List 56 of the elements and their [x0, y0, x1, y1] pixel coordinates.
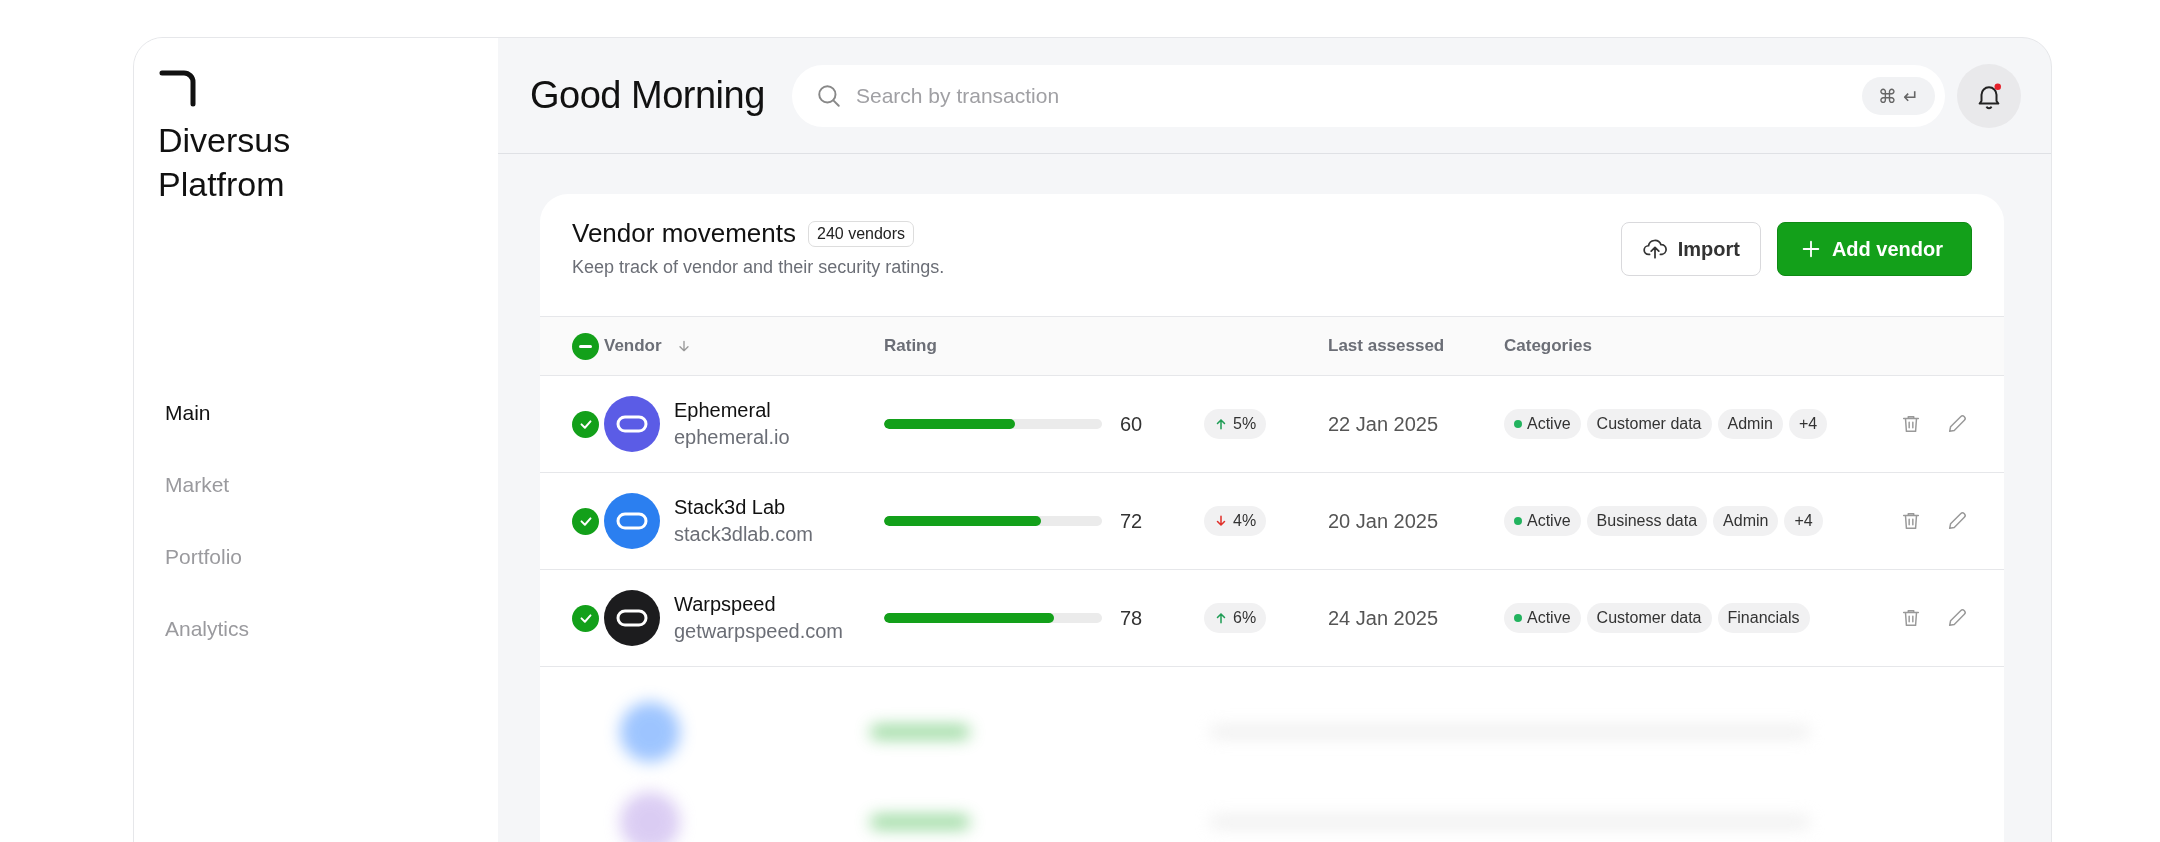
- column-header: Rating: [884, 336, 937, 356]
- vendor-name: Ephemeral: [674, 399, 772, 422]
- import-button[interactable]: Import: [1620, 222, 1761, 276]
- category-tag: Active: [1504, 506, 1581, 536]
- card-subtitle: Keep track of vendor and their security ratings.: [572, 257, 945, 278]
- row-checkbox[interactable]: [572, 604, 599, 632]
- nav-item[interactable]: Analytics: [165, 617, 498, 641]
- card-title: Vendor movements: [572, 218, 796, 249]
- rating-change-badge: 4%: [1204, 506, 1267, 536]
- row-checkbox[interactable]: [572, 410, 599, 438]
- delete-icon[interactable]: [1900, 510, 1922, 532]
- rating-value: 72: [1120, 509, 1143, 533]
- rating-change-badge: 6%: [1204, 603, 1267, 633]
- column-header[interactable]: Vendor: [604, 336, 662, 356]
- assessed-date: 24 Jan 2025: [1328, 606, 1439, 629]
- category-tag: +4: [1784, 506, 1823, 536]
- nav-item[interactable]: Market: [165, 473, 498, 497]
- column-header: Last assessed: [1328, 336, 1445, 355]
- nav-item[interactable]: Main: [165, 401, 498, 425]
- row-checkbox[interactable]: [572, 507, 599, 535]
- pencil-icon[interactable]: [1946, 510, 1968, 532]
- category-tag: Admin: [1713, 506, 1779, 536]
- rating-change-badge: 5%: [1204, 409, 1267, 439]
- search-icon: [816, 82, 842, 109]
- brand-name: Diversus Platfrom: [158, 120, 292, 205]
- search-input[interactable]: Search by transaction: [854, 82, 1851, 109]
- vendor-domain: ephemeral.io: [674, 426, 790, 449]
- vendor-name: Warpspeed: [674, 593, 777, 616]
- vendor-domain: getwarpspeed.com: [674, 620, 843, 643]
- vendor-domain: stack3dlab.com: [674, 523, 813, 546]
- category-tag: +4: [1788, 409, 1828, 439]
- category-tag: Active: [1504, 409, 1581, 439]
- category-tag: Admin: [1717, 409, 1783, 439]
- add-vendor-button[interactable]: Add vendor: [1776, 222, 1972, 276]
- column-header: Categories: [1504, 336, 1592, 356]
- category-tag: Active: [1504, 603, 1581, 633]
- category-tag: Business data: [1586, 506, 1708, 536]
- category-tag: Customer data: [1586, 409, 1712, 439]
- vendor-count-badge: 240 vendors: [808, 220, 915, 247]
- pencil-icon[interactable]: [1946, 413, 1968, 435]
- logo-icon: [158, 68, 198, 108]
- search-bar[interactable]: Search by transaction ⌘ ↵: [792, 64, 1945, 127]
- delete-icon[interactable]: [1900, 607, 1922, 629]
- assessed-date: 20 Jan 2025: [1328, 509, 1439, 532]
- rating-value: 60: [1120, 412, 1143, 436]
- pencil-icon[interactable]: [1946, 607, 1968, 629]
- assessed-date: 22 Jan 2025: [1328, 412, 1439, 435]
- keyboard-shortcut: ⌘ ↵: [1862, 76, 1935, 115]
- delete-icon[interactable]: [1900, 413, 1922, 435]
- category-tag: Financials: [1717, 603, 1810, 633]
- page-title: Good Morning: [530, 74, 762, 117]
- category-tag: Customer data: [1586, 603, 1712, 633]
- nav-item[interactable]: Portfolio: [165, 545, 498, 569]
- vendor-name: Stack3d Lab: [674, 496, 787, 519]
- select-all-checkbox[interactable]: [572, 332, 599, 360]
- rating-value: 78: [1120, 606, 1143, 630]
